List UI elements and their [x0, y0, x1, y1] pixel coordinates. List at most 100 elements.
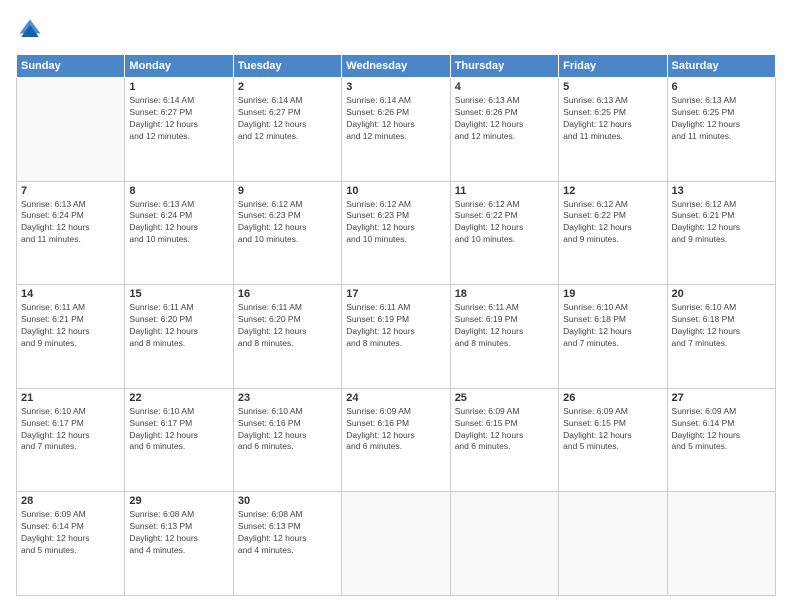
calendar-cell	[667, 492, 775, 596]
calendar-cell: 22Sunrise: 6:10 AM Sunset: 6:17 PM Dayli…	[125, 388, 233, 492]
day-info: Sunrise: 6:09 AM Sunset: 6:16 PM Dayligh…	[346, 406, 445, 454]
day-number: 29	[129, 495, 228, 507]
weekday-header-monday: Monday	[125, 55, 233, 78]
day-info: Sunrise: 6:13 AM Sunset: 6:24 PM Dayligh…	[21, 199, 120, 247]
day-info: Sunrise: 6:09 AM Sunset: 6:15 PM Dayligh…	[563, 406, 662, 454]
day-number: 6	[672, 81, 771, 93]
calendar-cell: 21Sunrise: 6:10 AM Sunset: 6:17 PM Dayli…	[17, 388, 125, 492]
day-info: Sunrise: 6:12 AM Sunset: 6:21 PM Dayligh…	[672, 199, 771, 247]
day-number: 15	[129, 288, 228, 300]
calendar-cell: 30 Sunrise: 6:08 AM Sunset: 6:13 PM Dayli…	[233, 492, 341, 596]
calendar-cell: 16Sunrise: 6:11 AM Sunset: 6:20 PM Dayli…	[233, 285, 341, 389]
calendar-week-5: 28 Sunrise: 6:09 AM Sunset: 6:14 PM Dayli…	[17, 492, 776, 596]
calendar-week-1: 1Sunrise: 6:14 AM Sunset: 6:27 PM Daylig…	[17, 78, 776, 182]
day-number: 26	[563, 392, 662, 404]
calendar-cell: 27 Sunrise: 6:09 AM Sunset: 6:14 PM Dayli…	[667, 388, 775, 492]
logo	[16, 16, 48, 44]
day-info: Sunrise: 6:11 AM Sunset: 6:21 PM Dayligh…	[21, 302, 120, 350]
day-info: Sunrise: 6:12 AM Sunset: 6:22 PM Dayligh…	[563, 199, 662, 247]
day-info: Sunrise: 6:10 AM Sunset: 6:18 PM Dayligh…	[563, 302, 662, 350]
calendar-cell	[559, 492, 667, 596]
calendar-cell: 10 Sunrise: 6:12 AM Sunset: 6:23 PM Dayli…	[342, 181, 450, 285]
day-number: 30	[238, 495, 337, 507]
calendar-header-row: SundayMondayTuesdayWednesdayThursdayFrid…	[17, 55, 776, 78]
day-number: 9	[238, 185, 337, 197]
day-info: Sunrise: 6:11 AM Sunset: 6:20 PM Dayligh…	[129, 302, 228, 350]
day-info: Sunrise: 6:14 AM Sunset: 6:26 PM Dayligh…	[346, 95, 445, 143]
calendar-cell: 17 Sunrise: 6:11 AM Sunset: 6:19 PM Dayli…	[342, 285, 450, 389]
day-info: Sunrise: 6:14 AM Sunset: 6:27 PM Dayligh…	[238, 95, 337, 143]
day-info: Sunrise: 6:12 AM Sunset: 6:23 PM Dayligh…	[238, 199, 337, 247]
day-number: 20	[672, 288, 771, 300]
day-number: 14	[21, 288, 120, 300]
day-info: Sunrise: 6:12 AM Sunset: 6:23 PM Dayligh…	[346, 199, 445, 247]
calendar-cell: 9 Sunrise: 6:12 AM Sunset: 6:23 PM Daylig…	[233, 181, 341, 285]
day-info: Sunrise: 6:10 AM Sunset: 6:18 PM Dayligh…	[672, 302, 771, 350]
calendar-cell: 23 Sunrise: 6:10 AM Sunset: 6:16 PM Dayli…	[233, 388, 341, 492]
weekday-header-friday: Friday	[559, 55, 667, 78]
day-info: Sunrise: 6:09 AM Sunset: 6:14 PM Dayligh…	[672, 406, 771, 454]
day-number: 28	[21, 495, 120, 507]
calendar-cell: 3Sunrise: 6:14 AM Sunset: 6:26 PM Daylig…	[342, 78, 450, 182]
calendar-week-2: 7 Sunrise: 6:13 AM Sunset: 6:24 PM Daylig…	[17, 181, 776, 285]
calendar-cell	[17, 78, 125, 182]
day-number: 4	[455, 81, 554, 93]
calendar-cell: 8Sunrise: 6:13 AM Sunset: 6:24 PM Daylig…	[125, 181, 233, 285]
calendar-cell: 18 Sunrise: 6:11 AM Sunset: 6:19 PM Dayli…	[450, 285, 558, 389]
day-number: 2	[238, 81, 337, 93]
day-number: 12	[563, 185, 662, 197]
calendar-table: SundayMondayTuesdayWednesdayThursdayFrid…	[16, 54, 776, 596]
day-info: Sunrise: 6:11 AM Sunset: 6:19 PM Dayligh…	[346, 302, 445, 350]
day-info: Sunrise: 6:13 AM Sunset: 6:25 PM Dayligh…	[672, 95, 771, 143]
day-number: 27	[672, 392, 771, 404]
weekday-header-saturday: Saturday	[667, 55, 775, 78]
weekday-header-sunday: Sunday	[17, 55, 125, 78]
calendar-cell: 20 Sunrise: 6:10 AM Sunset: 6:18 PM Dayli…	[667, 285, 775, 389]
day-info: Sunrise: 6:08 AM Sunset: 6:13 PM Dayligh…	[129, 509, 228, 557]
day-info: Sunrise: 6:10 AM Sunset: 6:17 PM Dayligh…	[21, 406, 120, 454]
weekday-header-tuesday: Tuesday	[233, 55, 341, 78]
calendar-cell: 13 Sunrise: 6:12 AM Sunset: 6:21 PM Dayli…	[667, 181, 775, 285]
day-info: Sunrise: 6:11 AM Sunset: 6:20 PM Dayligh…	[238, 302, 337, 350]
day-number: 17	[346, 288, 445, 300]
calendar-cell	[450, 492, 558, 596]
calendar-cell: 28 Sunrise: 6:09 AM Sunset: 6:14 PM Dayli…	[17, 492, 125, 596]
day-number: 5	[563, 81, 662, 93]
calendar-cell: 11 Sunrise: 6:12 AM Sunset: 6:22 PM Dayli…	[450, 181, 558, 285]
calendar-cell: 4 Sunrise: 6:13 AM Sunset: 6:26 PM Daylig…	[450, 78, 558, 182]
day-info: Sunrise: 6:10 AM Sunset: 6:16 PM Dayligh…	[238, 406, 337, 454]
day-number: 13	[672, 185, 771, 197]
calendar-cell: 5 Sunrise: 6:13 AM Sunset: 6:25 PM Daylig…	[559, 78, 667, 182]
calendar-cell: 6 Sunrise: 6:13 AM Sunset: 6:25 PM Daylig…	[667, 78, 775, 182]
calendar-cell: 19 Sunrise: 6:10 AM Sunset: 6:18 PM Dayli…	[559, 285, 667, 389]
weekday-header-wednesday: Wednesday	[342, 55, 450, 78]
day-info: Sunrise: 6:08 AM Sunset: 6:13 PM Dayligh…	[238, 509, 337, 557]
day-info: Sunrise: 6:14 AM Sunset: 6:27 PM Dayligh…	[129, 95, 228, 143]
day-number: 10	[346, 185, 445, 197]
calendar-cell: 7 Sunrise: 6:13 AM Sunset: 6:24 PM Daylig…	[17, 181, 125, 285]
day-number: 8	[129, 185, 228, 197]
day-number: 19	[563, 288, 662, 300]
day-info: Sunrise: 6:11 AM Sunset: 6:19 PM Dayligh…	[455, 302, 554, 350]
calendar-week-4: 21Sunrise: 6:10 AM Sunset: 6:17 PM Dayli…	[17, 388, 776, 492]
calendar-cell: 2 Sunrise: 6:14 AM Sunset: 6:27 PM Daylig…	[233, 78, 341, 182]
calendar-cell: 14 Sunrise: 6:11 AM Sunset: 6:21 PM Dayli…	[17, 285, 125, 389]
calendar-cell: 1Sunrise: 6:14 AM Sunset: 6:27 PM Daylig…	[125, 78, 233, 182]
day-info: Sunrise: 6:13 AM Sunset: 6:26 PM Dayligh…	[455, 95, 554, 143]
day-info: Sunrise: 6:13 AM Sunset: 6:25 PM Dayligh…	[563, 95, 662, 143]
calendar-cell: 15 Sunrise: 6:11 AM Sunset: 6:20 PM Dayli…	[125, 285, 233, 389]
day-info: Sunrise: 6:12 AM Sunset: 6:22 PM Dayligh…	[455, 199, 554, 247]
day-number: 25	[455, 392, 554, 404]
day-info: Sunrise: 6:09 AM Sunset: 6:14 PM Dayligh…	[21, 509, 120, 557]
day-number: 23	[238, 392, 337, 404]
calendar-cell	[342, 492, 450, 596]
weekday-header-thursday: Thursday	[450, 55, 558, 78]
day-number: 7	[21, 185, 120, 197]
day-info: Sunrise: 6:09 AM Sunset: 6:15 PM Dayligh…	[455, 406, 554, 454]
logo-icon	[16, 16, 44, 44]
calendar-cell: 25 Sunrise: 6:09 AM Sunset: 6:15 PM Dayli…	[450, 388, 558, 492]
day-number: 11	[455, 185, 554, 197]
day-number: 22	[129, 392, 228, 404]
calendar-cell: 26 Sunrise: 6:09 AM Sunset: 6:15 PM Dayli…	[559, 388, 667, 492]
day-number: 18	[455, 288, 554, 300]
